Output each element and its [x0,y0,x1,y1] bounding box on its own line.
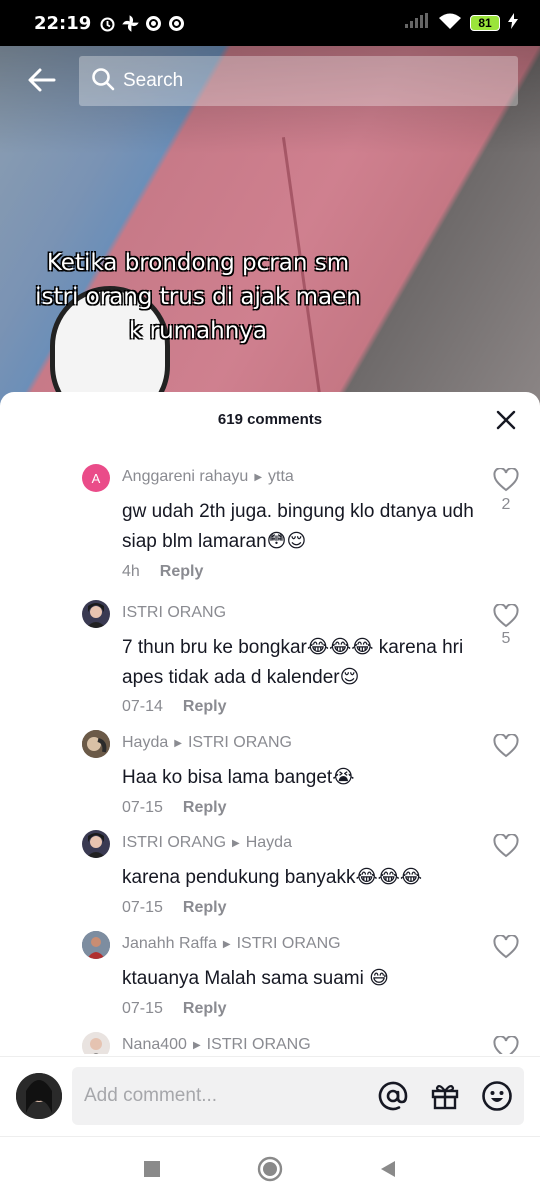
comment-meta: ISTRI ORANG [122,604,226,622]
app-notification-icon [168,15,185,32]
close-icon[interactable] [494,408,518,432]
reply-arrow-icon: ▶ [222,938,231,950]
reply-arrow-icon: ▶ [232,837,240,849]
comment-input-placeholder: Add comment... [84,1085,218,1106]
video-caption-line: Ketika brondong pcran sm [46,250,350,276]
comment-username[interactable]: ISTRI ORANG [122,604,226,622]
comment-meta: ISTRI ORANG ▶ Hayda [122,834,292,852]
heart-icon[interactable] [493,833,519,858]
my-avatar[interactable] [16,1073,62,1119]
wifi-icon [438,12,462,35]
search-placeholder: Search [123,70,184,91]
input-actions [376,1079,514,1113]
comment-meta: Hayda ▶ ISTRI ORANG [122,734,292,752]
signal-icon [404,12,430,34]
video-caption-line: k rumahnya [128,318,268,344]
battery-indicator: 81 [470,15,500,31]
nav-circle-icon[interactable] [256,1155,284,1183]
heart-icon[interactable] [493,467,519,492]
avatar[interactable] [82,830,110,858]
avatar[interactable] [82,931,110,959]
comment-time: 07-15 [122,799,163,816]
comment-reply-to[interactable]: ytta [268,468,294,486]
system-nav-bar [0,1136,540,1200]
reply-arrow-icon: ▶ [174,737,182,749]
comments-count: 619 comments [217,411,323,428]
comment-reply-to[interactable]: ISTRI ORANG [188,734,292,752]
reply-button[interactable]: Reply [160,563,204,581]
heart-icon[interactable] [493,603,519,628]
comment-text: Haa ko bisa lama banget😭 [122,767,355,788]
comment-username[interactable]: Hayda [122,734,168,752]
comment-username[interactable]: Anggareni rahayu [122,468,248,486]
notification-icons [99,14,185,32]
comment-footer: 07-15 Reply [122,899,227,917]
comment-footer: 07-15 Reply [122,1000,227,1018]
comment-footer: 4h Reply [122,563,203,581]
nav-triangle-icon[interactable] [374,1155,402,1183]
comment-reply-to[interactable]: ISTRI ORANG [237,935,341,953]
app-notification-icon [145,15,162,32]
emoji-icon[interactable] [480,1079,514,1113]
comment-footer: 07-14 Reply [122,698,227,716]
comment-meta: Anggareni rahayu ▶ ytta [122,468,294,486]
comment-footer: 07-15 Reply [122,799,227,817]
comment-time: 07-14 [122,698,163,715]
comment-username[interactable]: Nana400 [122,1036,187,1054]
comment-meta: Janahh Raffa ▶ ISTRI ORANG [122,935,341,953]
comment-text: karena pendukung banyakk😂😂😂 [122,867,423,888]
comment-reply-to[interactable]: Hayda [246,834,292,852]
search-input[interactable]: Search [79,56,518,106]
video-caption-line: istri orang trus di ajak maen [35,284,361,310]
back-arrow-icon[interactable] [26,64,58,96]
heart-icon[interactable] [493,1035,519,1054]
charging-icon [508,12,518,34]
heart-icon[interactable] [493,934,519,959]
avatar[interactable] [82,730,110,758]
reply-arrow-icon: ▶ [192,1039,201,1051]
alarm-icon [99,15,116,32]
comments-list[interactable]: A Anggareni rahayu ▶ ytta gw udah 2th ju… [0,448,540,1054]
reply-button[interactable]: Reply [183,799,227,817]
status-right: 81 [404,12,518,35]
status-bar: 22:19 81 [0,0,540,46]
like-count: 5 [501,630,511,647]
heart-icon[interactable] [493,733,519,758]
comment-username[interactable]: Janahh Raffa [122,935,217,953]
reply-arrow-icon: ▶ [254,471,263,483]
like-count: 2 [501,496,511,513]
comment-input[interactable]: Add comment... [72,1067,524,1125]
avatar[interactable] [82,1032,110,1054]
video-caption: Ketika brondong pcran sm istri orang tru… [18,246,378,348]
at-icon[interactable] [376,1079,410,1113]
comment-username[interactable]: ISTRI ORANG [122,834,226,852]
avatar[interactable] [82,600,110,628]
avatar[interactable]: A [82,464,110,492]
gift-icon[interactable] [428,1079,462,1113]
comment-text: gw udah 2th juga. bingung klo dtanya udh… [122,501,474,552]
reply-button[interactable]: Reply [183,698,227,716]
comments-header: 619 comments [0,392,540,447]
comment-time: 07-15 [122,1000,163,1017]
status-time: 22:19 [34,12,92,34]
comment-text: 7 thun bru ke bongkar😂😂😂 karena hri apes… [122,637,464,688]
reply-button[interactable]: Reply [183,899,227,917]
comment-text: ktauanya Malah sama suami 😅 [122,968,389,989]
reply-button[interactable]: Reply [183,1000,227,1018]
comment-time: 07-15 [122,899,163,916]
comment-reply-to[interactable]: ISTRI ORANG [207,1036,311,1054]
comment-time: 4h [122,563,140,580]
comment-meta: Nana400 ▶ ISTRI ORANG [122,1036,311,1054]
search-icon [91,67,115,96]
pinwheel-icon [122,14,140,32]
comment-input-bar: Add comment... [0,1056,540,1136]
nav-square-icon[interactable] [138,1155,166,1183]
